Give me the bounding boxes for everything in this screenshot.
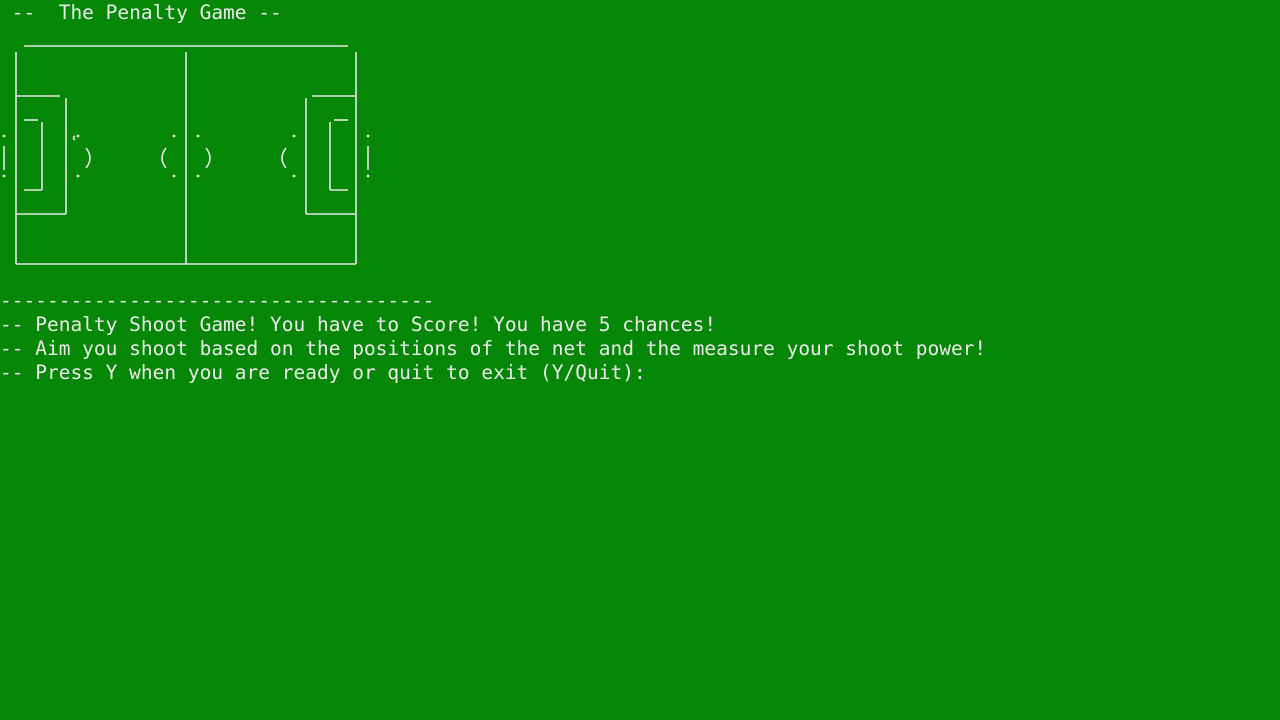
instructions-line: -- Aim you shoot based on the positions … xyxy=(0,337,987,360)
football-pitch-icon xyxy=(0,38,380,270)
game-title: -- The Penalty Game -- xyxy=(0,1,282,24)
separator-line: ------------------------------------- xyxy=(0,289,435,312)
console-window[interactable]: -- The Penalty Game -- -----------------… xyxy=(0,0,1280,720)
intro-line: -- Penalty Shoot Game! You have to Score… xyxy=(0,313,717,336)
prompt-text: -- Press Y when you are ready or quit to… xyxy=(0,361,646,384)
prompt-line[interactable]: -- Press Y when you are ready or quit to… xyxy=(0,361,646,385)
